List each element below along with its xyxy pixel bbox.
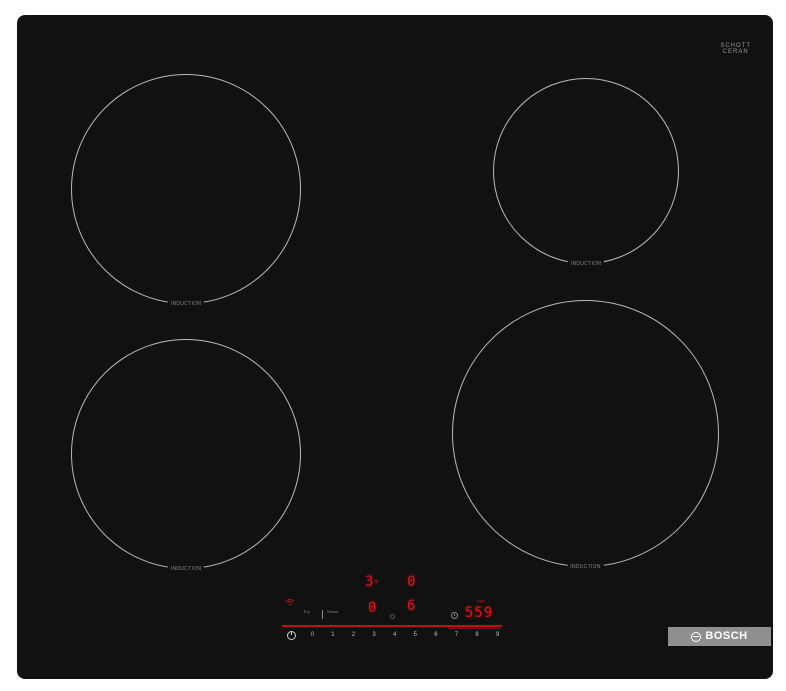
zone-readout-mid-left: 0 [368,600,378,616]
wifi-icon[interactable] [285,599,295,606]
power-icon[interactable] [287,631,296,640]
level-4[interactable]: 4 [389,631,400,640]
zone-label: INDUCTION [567,564,604,570]
cooking-zone-rear-left[interactable]: INDUCTION [71,339,301,572]
timer-icon[interactable] [451,612,458,619]
level-5[interactable]: 5 [410,631,421,640]
cooking-zone-front-left[interactable]: INDUCTION [71,74,301,307]
power-level-slider[interactable]: 0 · 1 · 2 · 3 · 4 · 5 · 6 · 7 · 8 · 9 [307,631,503,640]
level-separator-dot: · [383,632,386,638]
level-separator-dot: · [362,632,365,638]
center-indicator-icon [390,614,395,619]
level-9[interactable]: 9 [492,631,503,640]
level-2[interactable]: 2 [348,631,359,640]
brand-name: BOSCH [705,630,748,642]
zone-label: INDUCTION [167,566,205,572]
level-separator-dot: · [445,632,448,638]
glass-brand-bottom: CERAN [722,49,749,55]
level-8[interactable]: 8 [472,631,483,640]
level-6[interactable]: 6 [431,631,442,640]
readout-suffix: s [374,578,380,585]
level-0[interactable]: 0 [307,631,318,640]
bosch-logo-icon [691,631,702,642]
level-separator-dot: · [424,632,427,638]
timer-readout: 559 [465,605,494,621]
level-separator-dot: · [465,632,468,638]
zone-label: INDUCTION [167,301,205,307]
bosch-badge: BOSCH [668,627,771,646]
level-separator-dot: · [403,632,406,638]
level-separator-dot: · [321,632,324,638]
sense-mode-button[interactable]: Sense [327,610,338,614]
zone-label: INDUCTION [567,261,605,267]
mode-divider [322,610,323,619]
control-strip-bar [282,625,502,627]
zone-readout-top-right: 0 [407,574,417,590]
level-1[interactable]: 1 [328,631,339,640]
fry-mode-button[interactable]: Fry [304,610,310,614]
level-separator-dot: · [486,632,489,638]
fry-mode-label: Fry [304,609,310,614]
cooking-zone-front-right[interactable]: INDUCTION [493,78,679,267]
level-3[interactable]: 3 [369,631,380,640]
timer-strip-bar [447,628,502,629]
level-separator-dot: · [342,632,345,638]
sense-mode-label: Sense [327,609,339,614]
glass-brand-mark: SCHOTT CERAN [720,43,751,55]
zone-readout-mid-right: 6 [407,598,417,614]
zone-readout-top-left: 3s [365,575,379,589]
cooking-zone-rear-right[interactable]: INDUCTION [452,300,719,570]
level-7[interactable]: 7 [451,631,462,640]
cooktop-glass-surface: SCHOTT CERAN INDUCTION INDUCTION INDUCTI… [17,15,773,679]
